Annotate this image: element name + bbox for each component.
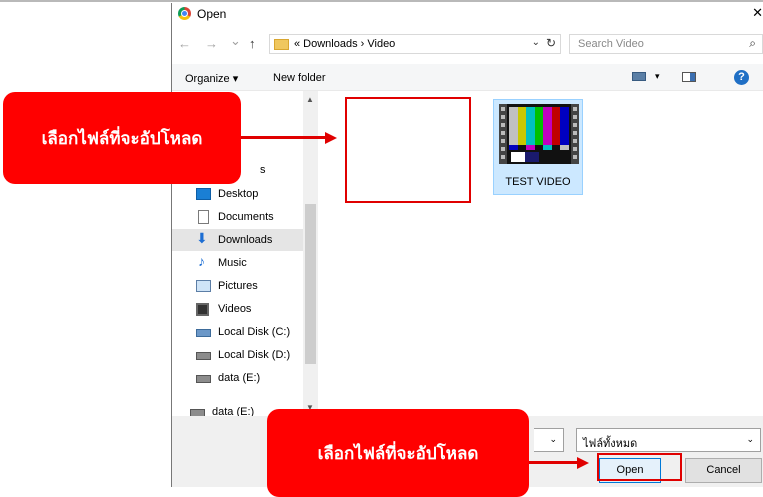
organize-button[interactable]: Organize ▾ xyxy=(185,72,238,85)
arrow-right-icon xyxy=(325,132,337,144)
arrow-line xyxy=(529,461,579,464)
drive-e-icon xyxy=(196,375,211,383)
color-bar xyxy=(551,107,561,145)
sidebar-item-music[interactable]: ♪ Music xyxy=(172,252,303,274)
arrow-right-icon xyxy=(577,457,589,469)
color-bar-low xyxy=(509,145,518,150)
top-divider xyxy=(0,0,763,2)
color-bar xyxy=(543,107,552,145)
music-icon: ♪ xyxy=(198,253,205,269)
videos-icon xyxy=(196,303,209,316)
chrome-icon xyxy=(178,7,191,20)
downloads-icon: ⬇ xyxy=(196,230,208,246)
scroll-up-icon[interactable]: ▲ xyxy=(306,95,314,104)
color-bar-low xyxy=(560,145,570,150)
file-item-test-video[interactable]: TEST VIDEO xyxy=(493,99,583,195)
filename-combobox[interactable]: ⌄ xyxy=(534,428,564,452)
sidebar-item-local-disk-c[interactable]: Local Disk (C:) xyxy=(172,321,303,343)
new-folder-button[interactable]: New folder xyxy=(273,72,326,84)
sidebar-item-documents[interactable]: Documents xyxy=(172,206,303,228)
highlight-box-open-button xyxy=(597,453,682,481)
test-pattern-navy-block xyxy=(525,152,539,162)
cancel-button[interactable]: Cancel xyxy=(685,458,762,483)
color-bar-low xyxy=(534,145,544,150)
color-bar-low xyxy=(543,145,552,150)
color-bar xyxy=(517,107,527,145)
sidebar-item-desktop[interactable]: Desktop xyxy=(172,183,303,205)
breadcrumb[interactable]: « Downloads › Video xyxy=(294,38,395,50)
sidebar-item-label: Pictures xyxy=(218,280,258,292)
sidebar-item-label: s xyxy=(260,164,266,176)
sidebar-item-downloads[interactable]: ⬇ Downloads xyxy=(172,229,303,251)
sidebar-item-label: Documents xyxy=(218,211,274,223)
sidebar-item-label: Music xyxy=(218,257,247,269)
folder-icon xyxy=(274,39,289,50)
change-view-icon[interactable] xyxy=(632,72,646,81)
color-bars-low xyxy=(509,145,570,150)
up-arrow-icon[interactable]: ↑ xyxy=(249,36,256,51)
instruction-callout-top: เลือกไฟล์ที่จะอัปโหลด xyxy=(3,92,241,184)
color-bars xyxy=(509,107,570,145)
sidebar-item-label: Local Disk (C:) xyxy=(218,326,291,338)
video-file-icon xyxy=(499,104,579,164)
highlight-box-file xyxy=(345,97,471,203)
sidebar-item-label: Downloads xyxy=(218,234,273,246)
sidebar-item-videos[interactable]: Videos xyxy=(172,298,303,320)
sidebar-item-label: Desktop xyxy=(218,188,259,200)
address-bar[interactable]: « Downloads › Video ⌄ ↻ xyxy=(269,34,561,54)
dialog-title: Open xyxy=(197,7,227,21)
sidebar-item-data-e[interactable]: data (E:) xyxy=(172,367,303,389)
local-disk-d-icon xyxy=(196,352,211,360)
sidebar-item-label: Videos xyxy=(218,303,252,315)
title-bar: Open ✕ xyxy=(172,3,763,25)
refresh-icon[interactable]: ↻ xyxy=(546,36,556,50)
view-options-dropdown-icon[interactable]: ▾ xyxy=(655,71,660,82)
search-icon[interactable]: ⌕ xyxy=(749,36,756,51)
sidebar-item-local-disk-d[interactable]: Local Disk (D:) xyxy=(172,344,303,366)
pictures-icon xyxy=(196,280,211,292)
sidebar-item-label: data (E:) xyxy=(218,372,261,384)
test-pattern-white-block xyxy=(511,152,525,162)
command-bar: Organize ▾ New folder ▾ ? xyxy=(172,64,763,91)
close-icon[interactable]: ✕ xyxy=(752,5,763,21)
back-arrow-icon[interactable]: ← xyxy=(178,36,191,51)
scrollbar-thumb[interactable] xyxy=(305,204,316,364)
documents-icon xyxy=(198,210,209,224)
color-bar-low xyxy=(551,145,561,150)
sidebar-item-label: Local Disk (D:) xyxy=(218,349,291,361)
chevron-down-icon[interactable]: ⌄ xyxy=(549,434,557,445)
chevron-down-icon[interactable]: ⌄ xyxy=(532,37,540,48)
color-bar xyxy=(526,107,535,145)
color-bar-low xyxy=(517,145,527,150)
chevron-down-icon[interactable]: ⌄ xyxy=(746,434,754,445)
forward-arrow-icon[interactable]: → xyxy=(205,36,218,51)
navigation-scrollbar[interactable]: ▲ ▼ xyxy=(303,91,318,416)
desktop-icon xyxy=(196,188,211,200)
arrow-line xyxy=(241,136,327,139)
search-placeholder: Search Video xyxy=(578,38,644,50)
instruction-callout-bottom: เลือกไฟล์ที่จะอัปโหลด xyxy=(267,409,529,497)
preview-pane-icon[interactable] xyxy=(682,72,696,82)
color-bar xyxy=(560,107,570,145)
local-disk-c-icon xyxy=(196,329,211,337)
file-type-select[interactable]: ไฟล์ทั้งหมด ⌄ xyxy=(576,428,761,452)
color-bar-low xyxy=(526,145,535,150)
file-type-value: ไฟล์ทั้งหมด xyxy=(583,438,638,450)
film-strip xyxy=(571,104,579,164)
search-input[interactable]: Search Video ⌕ xyxy=(569,34,763,54)
color-bar xyxy=(509,107,518,145)
address-row: ← → ⌄ ↑ « Downloads › Video ⌄ ↻ Search V… xyxy=(172,33,763,57)
color-bar xyxy=(534,107,544,145)
file-name: TEST VIDEO xyxy=(505,176,571,188)
help-icon[interactable]: ? xyxy=(734,70,749,85)
film-strip xyxy=(499,104,507,164)
recent-locations-icon[interactable]: ⌄ xyxy=(230,33,241,49)
sidebar-item-pictures[interactable]: Pictures xyxy=(172,275,303,297)
